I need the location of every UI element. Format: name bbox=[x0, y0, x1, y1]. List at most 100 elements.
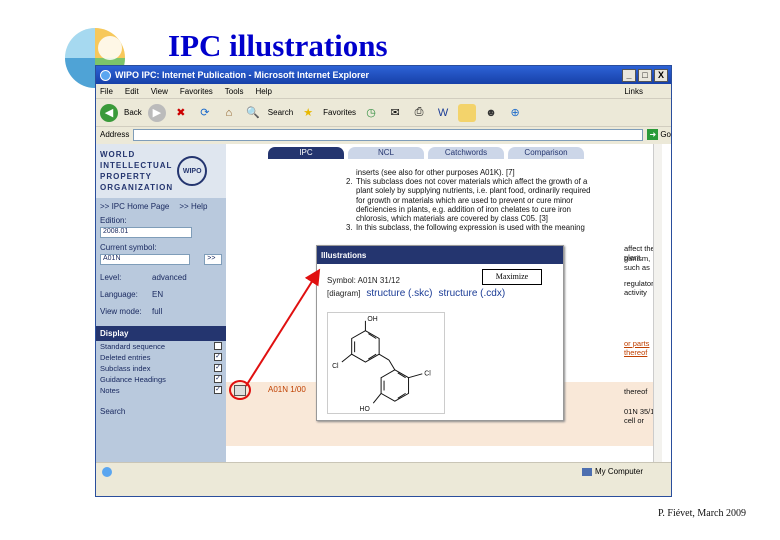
menu-favorites[interactable]: Favorites bbox=[180, 87, 213, 96]
popup-symbol: Symbol: A01N 31/12 bbox=[327, 276, 400, 285]
ie-icon bbox=[100, 69, 111, 81]
address-input[interactable] bbox=[133, 128, 644, 141]
wipo-sidebar: WORLD INTELLECTUAL PROPERTY ORGANIZATION… bbox=[96, 144, 226, 480]
option-label: Deleted entries bbox=[100, 353, 151, 362]
note-line: for growth or materials which are used t… bbox=[356, 195, 574, 205]
history-icon[interactable]: ◷ bbox=[362, 104, 380, 122]
display-heading: Display bbox=[96, 326, 226, 341]
back-icon[interactable]: ◀ bbox=[100, 103, 118, 122]
note-line: plant solely by supplying nutrients, i.e… bbox=[356, 186, 591, 196]
tab-comparison[interactable]: Comparison bbox=[508, 147, 584, 159]
text-fragment: thereof bbox=[624, 387, 648, 396]
edit-icon[interactable]: W bbox=[434, 104, 452, 122]
search-icon[interactable]: 🔍 bbox=[244, 104, 262, 122]
display-option[interactable]: Guidance Headings ✓ bbox=[96, 374, 226, 385]
window-title: WIPO IPC: Internet Publication - Microso… bbox=[115, 70, 370, 80]
note-text: inserts (see also for other purposes A01… bbox=[346, 168, 646, 232]
option-label: Notes bbox=[100, 386, 120, 395]
wipo-emblem-icon: WIPO bbox=[177, 156, 208, 186]
popup-header: Illustrations bbox=[317, 246, 563, 264]
menu-view[interactable]: View bbox=[151, 87, 168, 96]
language-value[interactable]: EN bbox=[152, 290, 163, 299]
slide-title: IPC illustrations bbox=[168, 28, 388, 63]
page-status-icon bbox=[102, 466, 112, 477]
status-bar: My Computer bbox=[96, 462, 671, 480]
ipc-home-link[interactable]: >> IPC Home Page bbox=[100, 202, 169, 211]
slide-credit: P. Fiévet, March 2009 bbox=[657, 508, 746, 519]
search-label[interactable]: Search bbox=[268, 108, 293, 117]
note-line: deficiencies in plants, e.g. addition of… bbox=[356, 204, 571, 214]
toolbar: ◀ Back ▶ ✖ ⟳ ⌂ 🔍 Search ★ Favorites ◷ ✉ … bbox=[96, 98, 671, 126]
close-button[interactable]: X bbox=[654, 68, 668, 82]
go-arrow-icon: ➜ bbox=[647, 129, 659, 140]
diagram-link[interactable]: [diagram] bbox=[327, 289, 360, 298]
level-label: Level: bbox=[100, 273, 122, 282]
menu-bar: File Edit View Favorites Tools Help Link… bbox=[96, 84, 671, 98]
menu-edit[interactable]: Edit bbox=[125, 87, 139, 96]
org-line: INTELLECTUAL bbox=[100, 161, 173, 170]
window-titlebar: WIPO IPC: Internet Publication - Microso… bbox=[96, 66, 671, 84]
viewmode-label: View mode: bbox=[100, 307, 142, 316]
tab-ncl[interactable]: NCL bbox=[348, 147, 424, 159]
minimize-button[interactable]: _ bbox=[622, 68, 636, 82]
tab-ipc[interactable]: IPC bbox=[268, 147, 344, 159]
atom-label: Cl bbox=[332, 363, 339, 370]
org-line: PROPERTY bbox=[100, 172, 153, 181]
vertical-scrollbar[interactable] bbox=[653, 144, 662, 480]
menu-help[interactable]: Help bbox=[255, 87, 271, 96]
annotation-circle bbox=[229, 380, 251, 400]
display-option[interactable]: Notes ✓ bbox=[96, 385, 226, 396]
note-line: 3. In this subclass, the following expres… bbox=[346, 223, 585, 233]
viewmode-value[interactable]: full bbox=[152, 307, 162, 316]
display-option[interactable]: Standard sequence bbox=[96, 341, 226, 352]
chemical-structure-image: OH Cl Cl HO bbox=[327, 312, 445, 414]
restore-button[interactable]: □ bbox=[638, 68, 652, 82]
favorites-label[interactable]: Favorites bbox=[323, 108, 356, 117]
back-label[interactable]: Back bbox=[124, 108, 142, 117]
folder-icon[interactable] bbox=[458, 103, 477, 122]
atom-label: HO bbox=[360, 406, 370, 413]
forward-icon[interactable]: ▶ bbox=[147, 103, 166, 122]
edition-select[interactable]: 2008.01 bbox=[100, 227, 192, 238]
option-checkbox[interactable]: ✓ bbox=[214, 375, 222, 383]
org-line: WORLD bbox=[100, 150, 136, 159]
symbol-go-button[interactable]: >> bbox=[204, 254, 222, 265]
display-option[interactable]: Deleted entries ✓ bbox=[96, 352, 226, 363]
search-link[interactable]: Search bbox=[96, 406, 226, 417]
display-option[interactable]: Subclass index ✓ bbox=[96, 363, 226, 374]
option-label: Guidance Headings bbox=[100, 375, 166, 384]
structure-skc-link[interactable]: structure (.skc) bbox=[366, 288, 432, 299]
zone-label: My Computer bbox=[594, 467, 643, 476]
help-link[interactable]: >> Help bbox=[179, 202, 207, 211]
research-icon[interactable]: ⊕ bbox=[506, 104, 524, 122]
option-checkbox[interactable]: ✓ bbox=[214, 364, 222, 372]
symbol-link-a01n-1-00[interactable]: A01N 1/00 bbox=[268, 385, 306, 394]
atom-label: Cl bbox=[424, 371, 431, 378]
tab-catchwords[interactable]: Catchwords bbox=[428, 147, 504, 159]
option-checkbox[interactable]: ✓ bbox=[214, 353, 222, 361]
menu-file[interactable]: File bbox=[100, 87, 113, 96]
links-menu[interactable]: Links bbox=[624, 87, 671, 96]
option-checkbox[interactable]: ✓ bbox=[214, 386, 222, 394]
note-line: 2. This subclass does not cover materials… bbox=[346, 177, 588, 187]
current-symbol-label: Current symbol: bbox=[100, 243, 157, 252]
note-line: chlorosis, which materials are covered b… bbox=[356, 214, 548, 224]
option-checkbox[interactable] bbox=[214, 342, 222, 350]
language-label: Language: bbox=[100, 290, 138, 299]
my-computer-icon bbox=[581, 467, 592, 476]
structure-cdx-link[interactable]: structure (.cdx) bbox=[438, 288, 505, 299]
home-icon[interactable]: ⌂ bbox=[220, 104, 238, 122]
stop-icon[interactable]: ✖ bbox=[172, 104, 190, 122]
go-button[interactable]: ➜ Go bbox=[647, 129, 671, 140]
mail-icon[interactable]: ✉ bbox=[386, 104, 404, 122]
messenger-icon[interactable]: ☻ bbox=[482, 104, 500, 122]
menu-tools[interactable]: Tools bbox=[225, 87, 244, 96]
print-icon[interactable]: ⎙ bbox=[410, 104, 428, 122]
favorites-star-icon[interactable]: ★ bbox=[299, 104, 317, 122]
org-line: ORGANIZATION bbox=[100, 183, 174, 192]
option-label: Standard sequence bbox=[100, 342, 166, 351]
note-line: inserts (see also for other purposes A01… bbox=[356, 168, 515, 177]
level-value[interactable]: advanced bbox=[152, 273, 187, 282]
refresh-icon[interactable]: ⟳ bbox=[196, 104, 214, 122]
symbol-input[interactable]: A01N bbox=[100, 254, 191, 265]
